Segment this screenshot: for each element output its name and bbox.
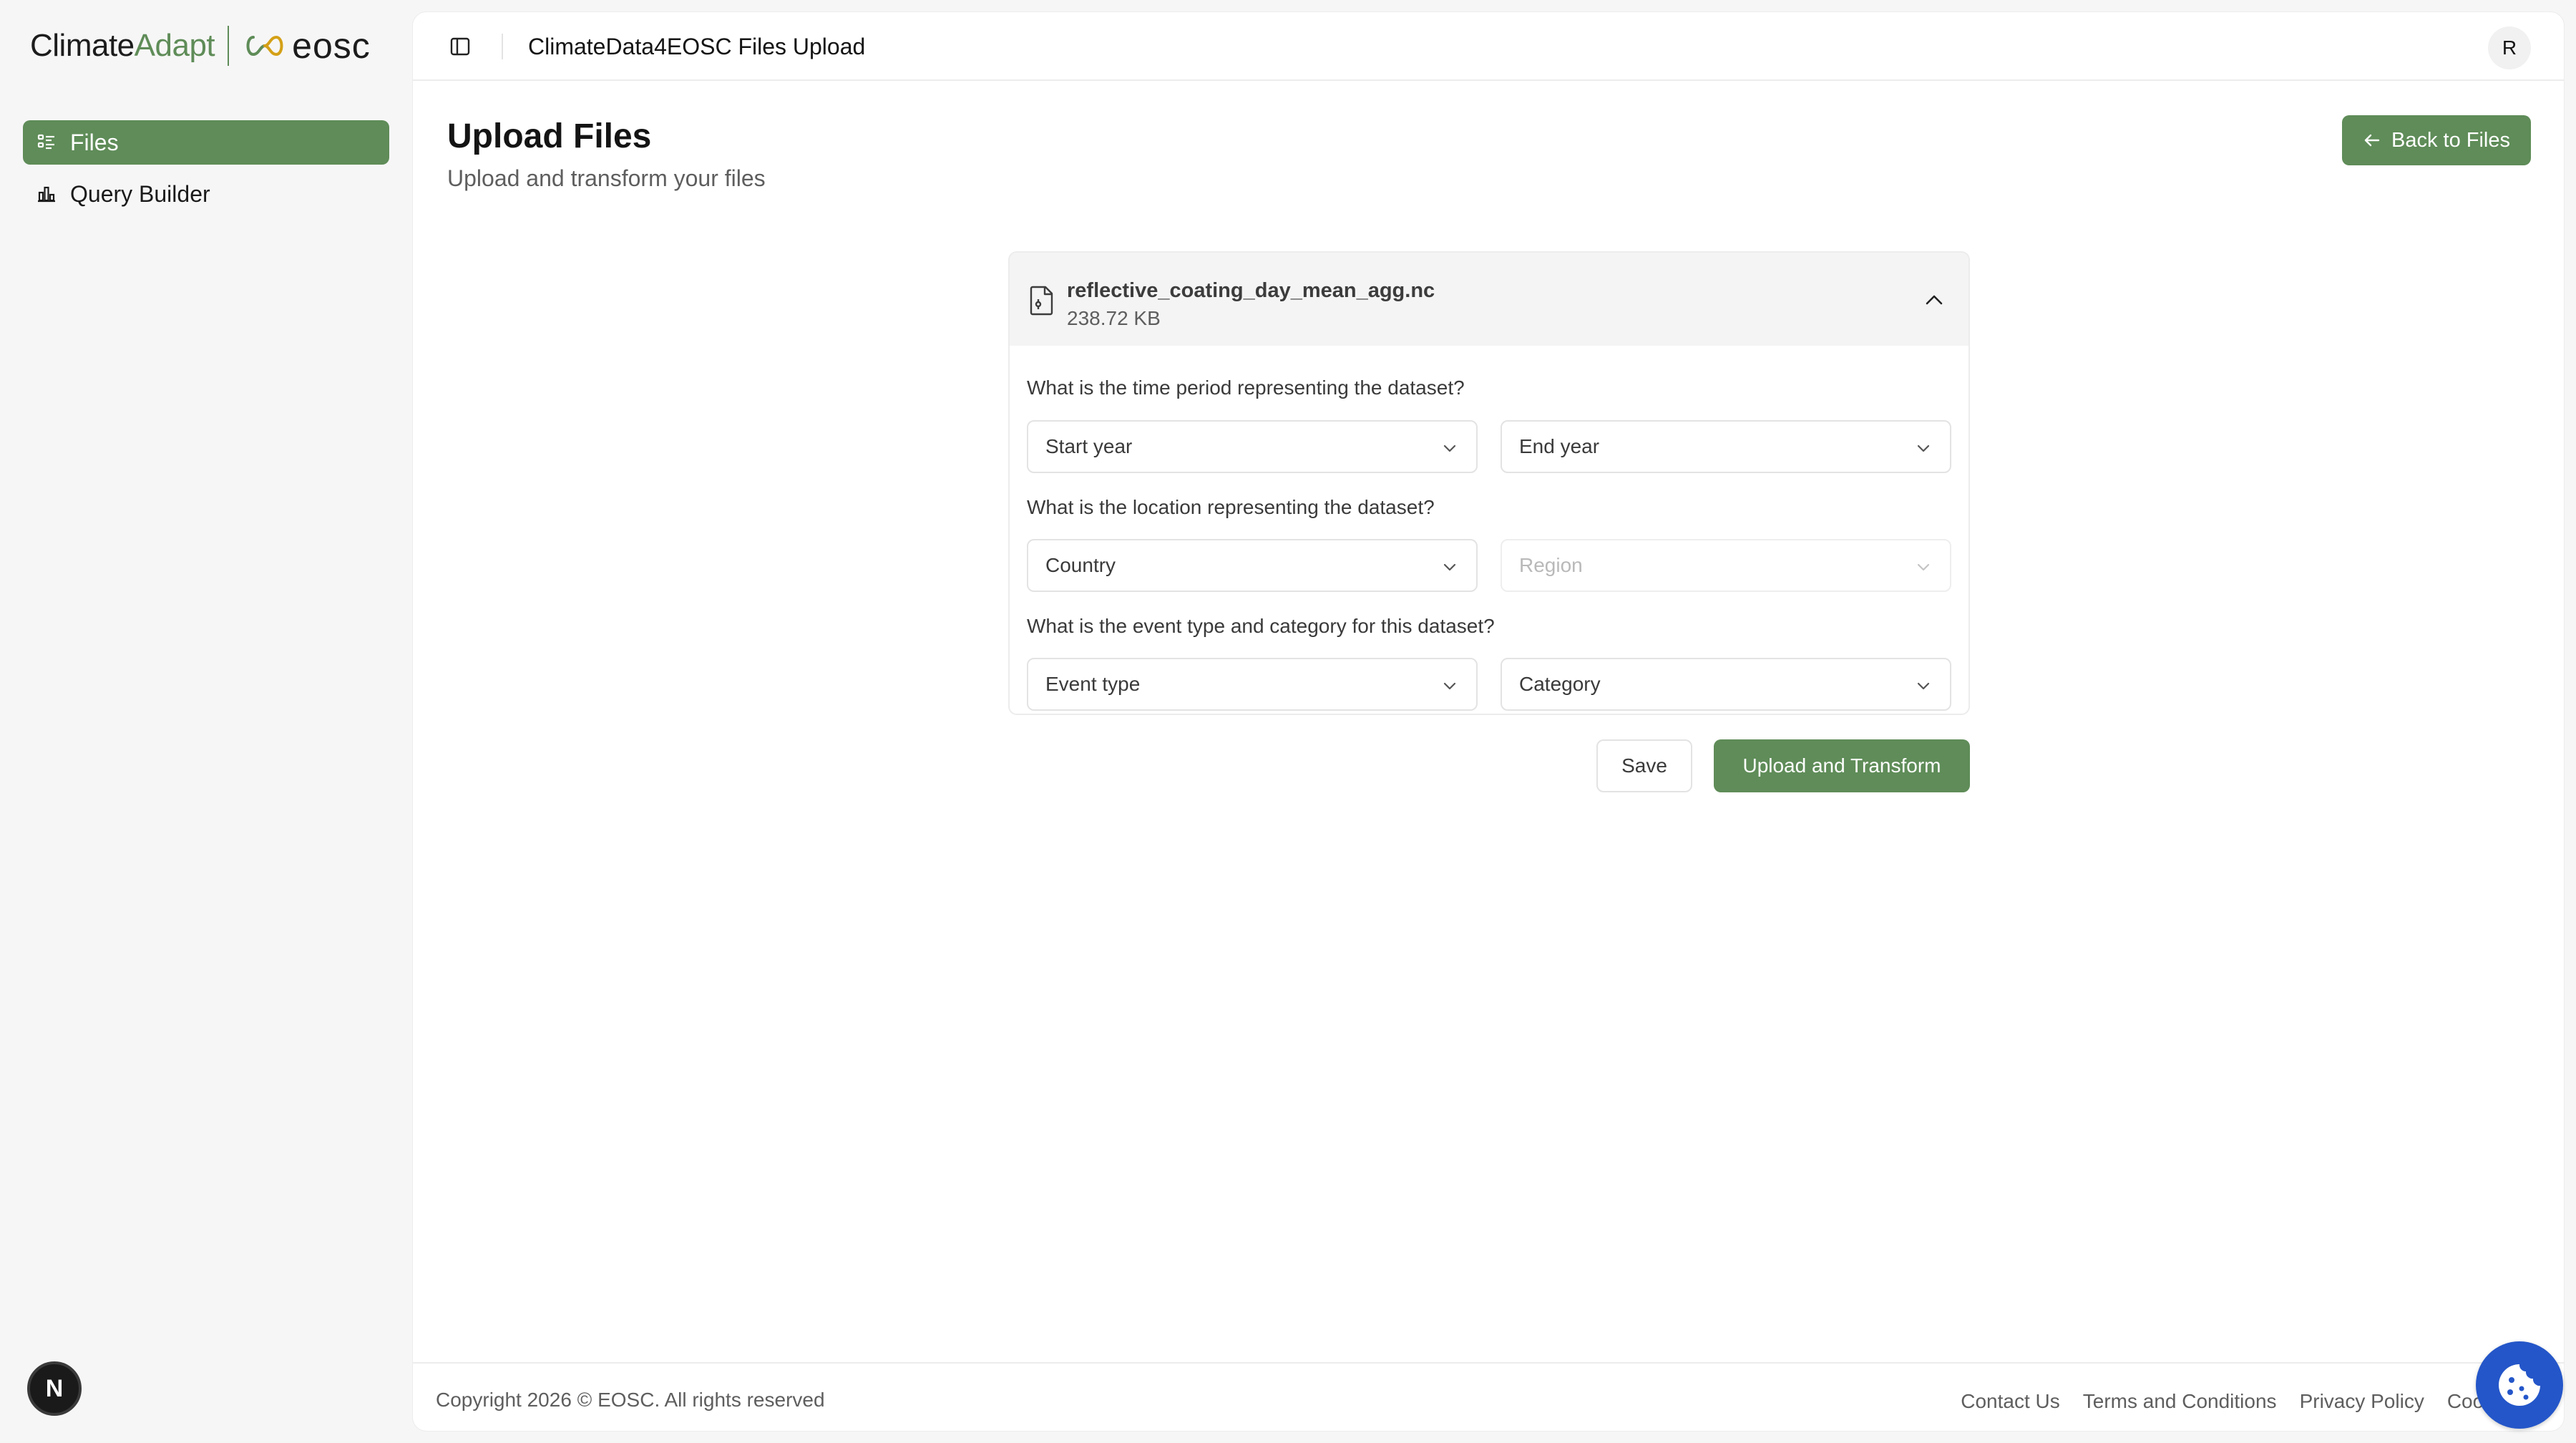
logo-divider	[228, 26, 230, 66]
sidebar-item-query-builder[interactable]: Query Builder	[23, 172, 389, 216]
eosc-infinity-icon	[246, 35, 283, 57]
footer-link-contact[interactable]: Contact Us	[1961, 1388, 2060, 1415]
back-to-files-button[interactable]: Back to Files	[2342, 115, 2531, 165]
copyright-text: Copyright 2026 © EOSC. All rights reserv…	[436, 1389, 825, 1411]
main-panel: ClimateData4EOSC Files Upload R Upload F…	[412, 11, 2565, 1432]
back-button-label: Back to Files	[2391, 128, 2510, 152]
region-placeholder: Region	[1519, 554, 1583, 576]
chevron-down-icon	[1443, 563, 1456, 571]
file-size: 238.72 KB	[1067, 307, 1161, 329]
sidebar-item-label: Query Builder	[70, 180, 210, 207]
page-title: Upload Files	[447, 117, 652, 155]
question-event-type: What is the event type and category for …	[1027, 615, 1495, 637]
chart-icon	[36, 183, 57, 205]
logo-eosc-text: eosc	[292, 26, 371, 66]
region-select: Region	[1501, 539, 1951, 592]
save-button[interactable]: Save	[1596, 739, 1692, 792]
chevron-up-icon[interactable]	[1921, 287, 1947, 313]
country-select[interactable]: Country	[1027, 539, 1478, 592]
next-dev-badge[interactable]: N	[27, 1361, 82, 1416]
brand-logo[interactable]: Climate Adapt eosc	[30, 24, 371, 67]
category-select[interactable]: Category	[1501, 658, 1951, 711]
cookie-settings-button[interactable]	[2476, 1341, 2563, 1429]
country-placeholder: Country	[1045, 554, 1116, 576]
chevron-down-icon	[1443, 444, 1456, 452]
footer-link-terms[interactable]: Terms and Conditions	[2083, 1388, 2277, 1415]
file-header[interactable]: reflective_coating_day_mean_agg.nc 238.7…	[1010, 253, 1968, 346]
logo-climate-text: Climate	[30, 28, 135, 63]
topbar-divider	[502, 34, 503, 59]
sidebar-item-files[interactable]: Files	[23, 120, 389, 165]
logo-adapt-text: Adapt	[134, 28, 215, 63]
eosc-logo: eosc	[243, 25, 371, 67]
arrow-left-icon	[2363, 131, 2381, 150]
start-year-placeholder: Start year	[1045, 435, 1133, 457]
chevron-down-icon	[1917, 444, 1930, 452]
event-type-select[interactable]: Event type	[1027, 658, 1478, 711]
page-subtitle: Upload and transform your files	[447, 165, 766, 191]
sidebar-item-label: Files	[70, 129, 119, 155]
footer: Copyright 2026 © EOSC. All rights reserv…	[413, 1362, 2564, 1431]
upload-and-transform-button[interactable]: Upload and Transform	[1714, 739, 1970, 792]
end-year-placeholder: End year	[1519, 435, 1600, 457]
file-name: reflective_coating_day_mean_agg.nc	[1067, 279, 1435, 302]
file-icon	[1028, 286, 1054, 316]
sidebar-toggle-icon[interactable]	[447, 34, 473, 59]
question-location: What is the location representing the da…	[1027, 496, 1435, 518]
chevron-down-icon	[1443, 682, 1456, 690]
event-type-placeholder: Event type	[1045, 673, 1141, 695]
app-title: ClimateData4EOSC Files Upload	[528, 34, 866, 59]
cookie-icon	[2499, 1364, 2540, 1406]
category-placeholder: Category	[1519, 673, 1601, 695]
avatar[interactable]: R	[2488, 26, 2531, 69]
sidebar: Climate Adapt eosc Files Query Builder	[0, 0, 411, 1443]
list-icon	[36, 132, 57, 153]
chevron-down-icon	[1917, 563, 1930, 571]
footer-link-privacy[interactable]: Privacy Policy	[2300, 1388, 2424, 1415]
footer-links: Contact Us Terms and Conditions Privacy …	[1961, 1388, 2519, 1415]
end-year-select[interactable]: End year	[1501, 420, 1951, 473]
topbar: ClimateData4EOSC Files Upload R	[413, 12, 2564, 81]
question-time-period: What is the time period representing the…	[1027, 376, 1465, 399]
file-card: reflective_coating_day_mean_agg.nc 238.7…	[1008, 251, 1970, 715]
start-year-select[interactable]: Start year	[1027, 420, 1478, 473]
chevron-down-icon	[1917, 682, 1930, 690]
